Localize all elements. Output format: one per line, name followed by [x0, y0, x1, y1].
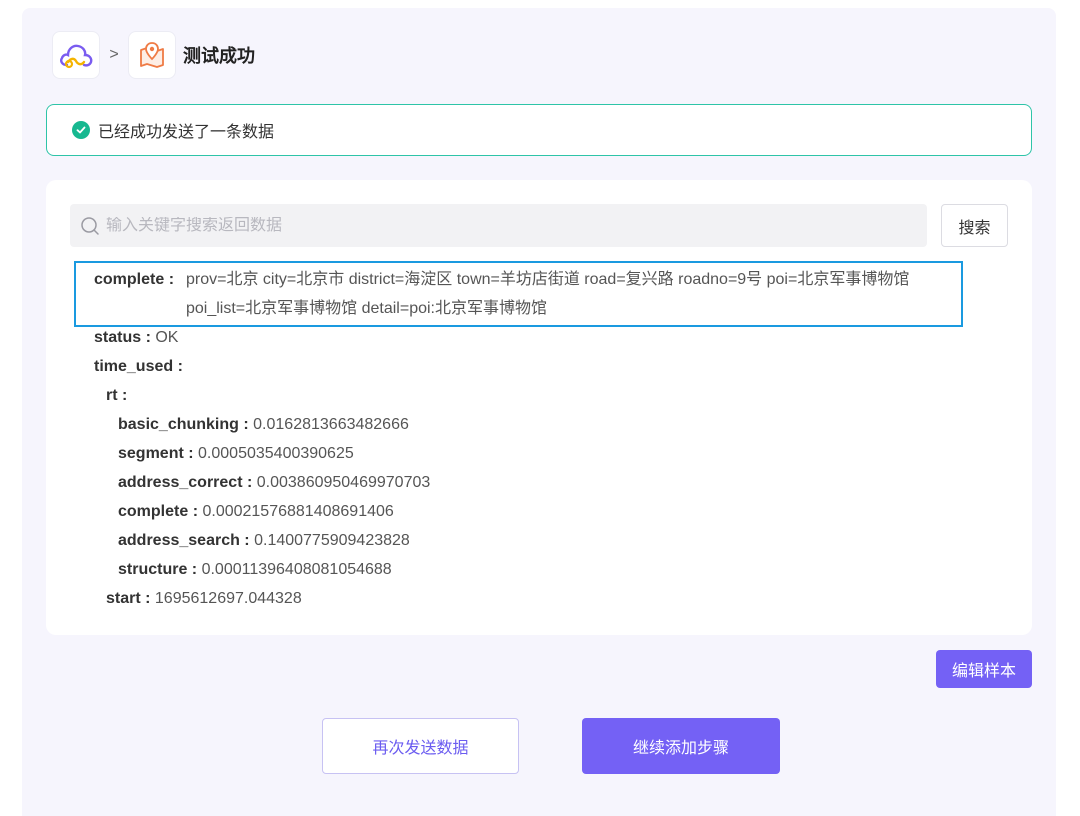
- result-value-complete: prov=北京 city=北京市 district=海淀区 town=羊坊店街道…: [186, 271, 910, 317]
- alert-message: 已经成功发送了一条数据: [98, 124, 275, 141]
- step-title: 测试成功: [183, 46, 255, 66]
- edit-sample-button[interactable]: 编辑样本: [936, 650, 1032, 688]
- result-card: 搜索 complete : prov=北京 city=北京市 district=…: [46, 180, 1032, 635]
- result-key: time_used :: [94, 358, 183, 375]
- breadcrumb: > 测试成功: [52, 31, 255, 79]
- cloud-logo-icon: [60, 44, 93, 69]
- result-key: address_search :: [118, 532, 250, 549]
- map-pin-icon: [140, 42, 164, 68]
- search-button[interactable]: 搜索: [941, 204, 1008, 247]
- result-row: address_search : 0.1400775909423828: [118, 526, 410, 555]
- success-alert: 已经成功发送了一条数据: [46, 104, 1032, 156]
- result-key: rt :: [106, 387, 128, 404]
- result-value: 0.0162813663482666: [253, 416, 409, 433]
- result-row-time-used: time_used :: [94, 352, 183, 381]
- result-value: 0.0005035400390625: [198, 445, 354, 462]
- result-row-rt: rt :: [106, 381, 127, 410]
- result-value: 0.00011396408081054688: [201, 561, 392, 578]
- result-value: 0.0002157688140869140​6: [202, 503, 394, 520]
- result-key: structure :: [118, 561, 198, 578]
- result-value: 0.1400775909423828: [254, 532, 410, 549]
- resend-data-button[interactable]: 再次发送数据: [322, 718, 519, 774]
- search-icon: [81, 216, 99, 235]
- result-row: complete : 0.0002157688140869140​6: [118, 497, 394, 526]
- result-value: 0.003860950469970703: [256, 474, 431, 491]
- cloud-app-tile[interactable]: [52, 31, 100, 79]
- continue-add-step-button[interactable]: 继续添加步骤: [582, 718, 780, 774]
- result-row: basic_chunking : 0.0162813663482666: [118, 410, 409, 439]
- search-input[interactable]: [106, 216, 906, 235]
- result-value: OK: [155, 329, 179, 346]
- result-row: structure : 0.00011396408081054688: [118, 555, 392, 584]
- result-row: address_correct : 0.003860950469970703: [118, 468, 430, 497]
- check-circle-icon: [72, 121, 90, 139]
- result-key: address_correct :: [118, 474, 253, 491]
- result-key: start :: [106, 590, 151, 607]
- location-step-tile[interactable]: [128, 31, 176, 79]
- result-row-status: status : OK: [94, 323, 178, 352]
- result-key: complete :: [118, 503, 199, 520]
- chevron-right-icon: >: [109, 46, 119, 63]
- search-box: [70, 204, 927, 247]
- result-key: status :: [94, 329, 151, 346]
- result-key-complete: complete :: [94, 271, 175, 288]
- result-key: basic_chunking :: [118, 416, 249, 433]
- result-value: 1695612697.044328: [154, 590, 302, 607]
- result-key: segment :: [118, 445, 194, 462]
- result-row: segment : 0.0005035400390625: [118, 439, 354, 468]
- result-row-start: start : 1695612697.044328: [106, 584, 302, 613]
